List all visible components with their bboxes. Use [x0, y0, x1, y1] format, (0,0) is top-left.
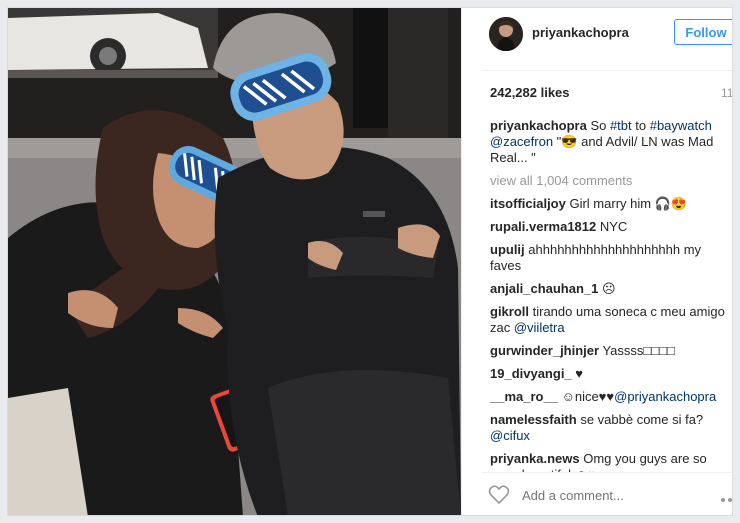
avatar[interactable] — [489, 17, 523, 51]
comment-text: Yassss□□□□ — [599, 343, 675, 358]
follow-button[interactable]: Follow — [674, 19, 732, 45]
mention-link[interactable]: @zacefron — [490, 134, 553, 149]
avatar-image — [489, 17, 523, 51]
mention-link[interactable]: @cifux — [490, 428, 530, 443]
comment-text: Girl marry him 🎧😍 — [565, 196, 688, 211]
add-comment-input[interactable] — [520, 487, 664, 504]
list-item: upulij ahhhhhhhhhhhhhhhhhhhh my faves — [490, 242, 732, 274]
comment-text: ♥ — [571, 366, 583, 381]
list-item: rupali.verma1812 NYC — [490, 219, 732, 235]
add-comment-bar — [462, 473, 732, 515]
view-all-comments-link[interactable]: view all 1,004 comments — [490, 173, 732, 189]
post-header: priyankachopra Follow — [462, 8, 732, 62]
caption-username[interactable]: priyankachopra — [490, 118, 587, 133]
comment-username[interactable]: 19_divyangi_ — [490, 366, 572, 381]
mention-link[interactable]: @viiletra — [514, 320, 565, 335]
comment-username[interactable]: rupali.verma1812 — [490, 219, 596, 234]
comment-username[interactable]: __ma_ro__ — [490, 389, 558, 404]
more-options-icon[interactable] — [720, 491, 732, 502]
list-item: __ma_ro__ ☺nice♥♥@priyankachopra — [490, 389, 732, 405]
list-item: anjali_chauhan_1 ☹ — [490, 281, 732, 297]
list-item: itsofficialjoy Girl marry him 🎧😍 — [490, 196, 732, 212]
comment-text: ☹ — [598, 281, 616, 296]
hashtag-baywatch[interactable]: #baywatch — [650, 118, 712, 133]
likes-count[interactable]: 242,282 likes — [490, 85, 570, 100]
comments-list: priyankachopra So #tbt to #baywatch @zac… — [490, 118, 732, 472]
heart-icon[interactable] — [488, 485, 510, 505]
caption-text: to — [631, 118, 650, 133]
post-username[interactable]: priyankachopra — [532, 25, 629, 40]
comment-text: se vabbè come si fa? — [576, 412, 704, 427]
comment-username[interactable]: namelessfaith — [490, 412, 577, 427]
list-item: 19_divyangi_ ♥ — [490, 366, 732, 382]
post-card: priyankachopra Follow 242,282 likes 11h … — [7, 7, 733, 516]
hashtag-tbt[interactable]: #tbt — [610, 118, 632, 133]
comment-username[interactable]: gikroll — [490, 304, 529, 319]
comment-username[interactable]: anjali_chauhan_1 — [490, 281, 598, 296]
mention-link[interactable]: @priyankachopra — [614, 389, 716, 404]
divider — [482, 70, 732, 71]
list-item: priyanka.news Omg you guys are so sooo b… — [490, 451, 732, 472]
comment-username[interactable]: itsofficialjoy — [490, 196, 566, 211]
list-item: gikroll tirando uma soneca c meu amigo z… — [490, 304, 732, 336]
list-item: gurwinder_jhinjer Yassss□□□□ — [490, 343, 732, 359]
photo-illustration — [8, 8, 461, 515]
comment-text: ☺nice♥♥ — [557, 389, 615, 404]
comment-username[interactable]: gurwinder_jhinjer — [490, 343, 599, 358]
list-item: namelessfaith se vabbè come si fa? @cifu… — [490, 412, 732, 444]
caption-text: So — [586, 118, 610, 133]
comment-text: NYC — [596, 219, 628, 234]
post-photo[interactable] — [8, 8, 461, 515]
caption: priyankachopra So #tbt to #baywatch @zac… — [490, 118, 732, 166]
comment-username[interactable]: upulij — [490, 242, 525, 257]
post-time: 11h — [721, 86, 733, 100]
post-sidebar: priyankachopra Follow 242,282 likes 11h … — [461, 8, 733, 515]
comment-username[interactable]: priyanka.news — [490, 451, 580, 466]
